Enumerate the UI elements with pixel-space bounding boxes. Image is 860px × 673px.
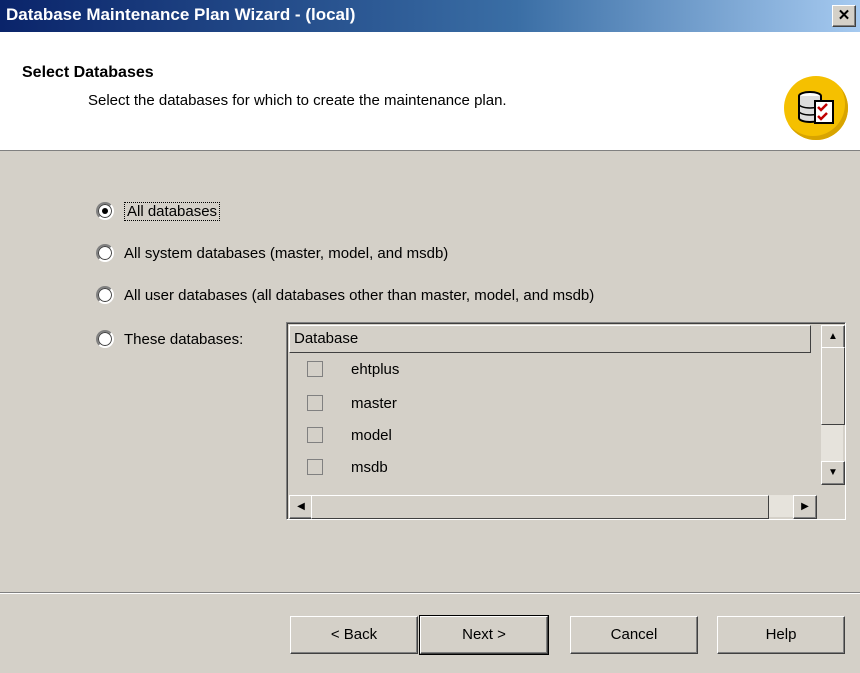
- vertical-scroll-thumb[interactable]: [821, 347, 845, 425]
- radio-these-databases[interactable]: [96, 330, 114, 348]
- wizard-header: Select Databases Select the databases fo…: [0, 32, 860, 151]
- option-label[interactable]: All databases: [124, 201, 221, 221]
- option-system-databases[interactable]: All system databases (master, model, and…: [96, 241, 448, 265]
- page-subtitle: Select the databases for which to create…: [88, 92, 507, 109]
- page-title: Select Databases: [22, 64, 154, 81]
- option-label[interactable]: All user databases (all databases other …: [124, 287, 594, 304]
- radio-system-databases[interactable]: [96, 244, 114, 262]
- database-name: ehtplus: [351, 360, 400, 378]
- row-checkbox[interactable]: [307, 395, 323, 411]
- row-checkbox[interactable]: [307, 427, 323, 443]
- database-name: msdb: [351, 458, 388, 476]
- window-title: Database Maintenance Plan Wizard - (loca…: [6, 5, 356, 24]
- vertical-scrollbar[interactable]: ▲ ▼: [821, 325, 845, 485]
- scroll-right-icon[interactable]: ▶: [793, 495, 817, 519]
- database-list[interactable]: Database ehtplus master model msdb ▲ ▼ ◀…: [286, 322, 846, 520]
- horizontal-scrollbar[interactable]: ◀ ▶: [289, 495, 817, 519]
- back-button[interactable]: < Back: [290, 616, 418, 654]
- radio-user-databases[interactable]: [96, 286, 114, 304]
- database-checklist-icon: [784, 76, 848, 140]
- radio-all-databases[interactable]: [96, 202, 114, 220]
- next-button[interactable]: Next >: [419, 615, 549, 655]
- column-header-database[interactable]: Database: [289, 325, 811, 353]
- list-item[interactable]: ehtplus: [289, 353, 817, 385]
- scroll-left-icon[interactable]: ◀: [289, 495, 313, 519]
- option-label[interactable]: All system databases (master, model, and…: [124, 245, 448, 262]
- list-item[interactable]: master: [289, 387, 817, 419]
- database-name: model: [351, 426, 392, 444]
- list-item[interactable]: model: [289, 419, 817, 451]
- horizontal-scroll-thumb[interactable]: [311, 495, 769, 519]
- row-checkbox[interactable]: [307, 361, 323, 377]
- cancel-button[interactable]: Cancel: [570, 616, 698, 654]
- close-button[interactable]: ✕: [832, 5, 856, 27]
- scrollbar-corner: [821, 495, 843, 517]
- scroll-up-icon[interactable]: ▲: [821, 325, 845, 349]
- row-checkbox[interactable]: [307, 459, 323, 475]
- list-item[interactable]: msdb: [289, 451, 817, 483]
- help-button[interactable]: Help: [717, 616, 845, 654]
- scroll-down-icon[interactable]: ▼: [821, 461, 845, 485]
- option-user-databases[interactable]: All user databases (all databases other …: [96, 283, 594, 307]
- database-name: master: [351, 394, 397, 412]
- title-bar: Database Maintenance Plan Wizard - (loca…: [0, 0, 860, 32]
- option-these-databases[interactable]: These databases:: [96, 327, 243, 351]
- option-label[interactable]: These databases:: [124, 331, 243, 348]
- footer-divider: [0, 592, 860, 594]
- option-all-databases[interactable]: All databases: [96, 199, 221, 223]
- close-icon[interactable]: ✕: [838, 7, 851, 24]
